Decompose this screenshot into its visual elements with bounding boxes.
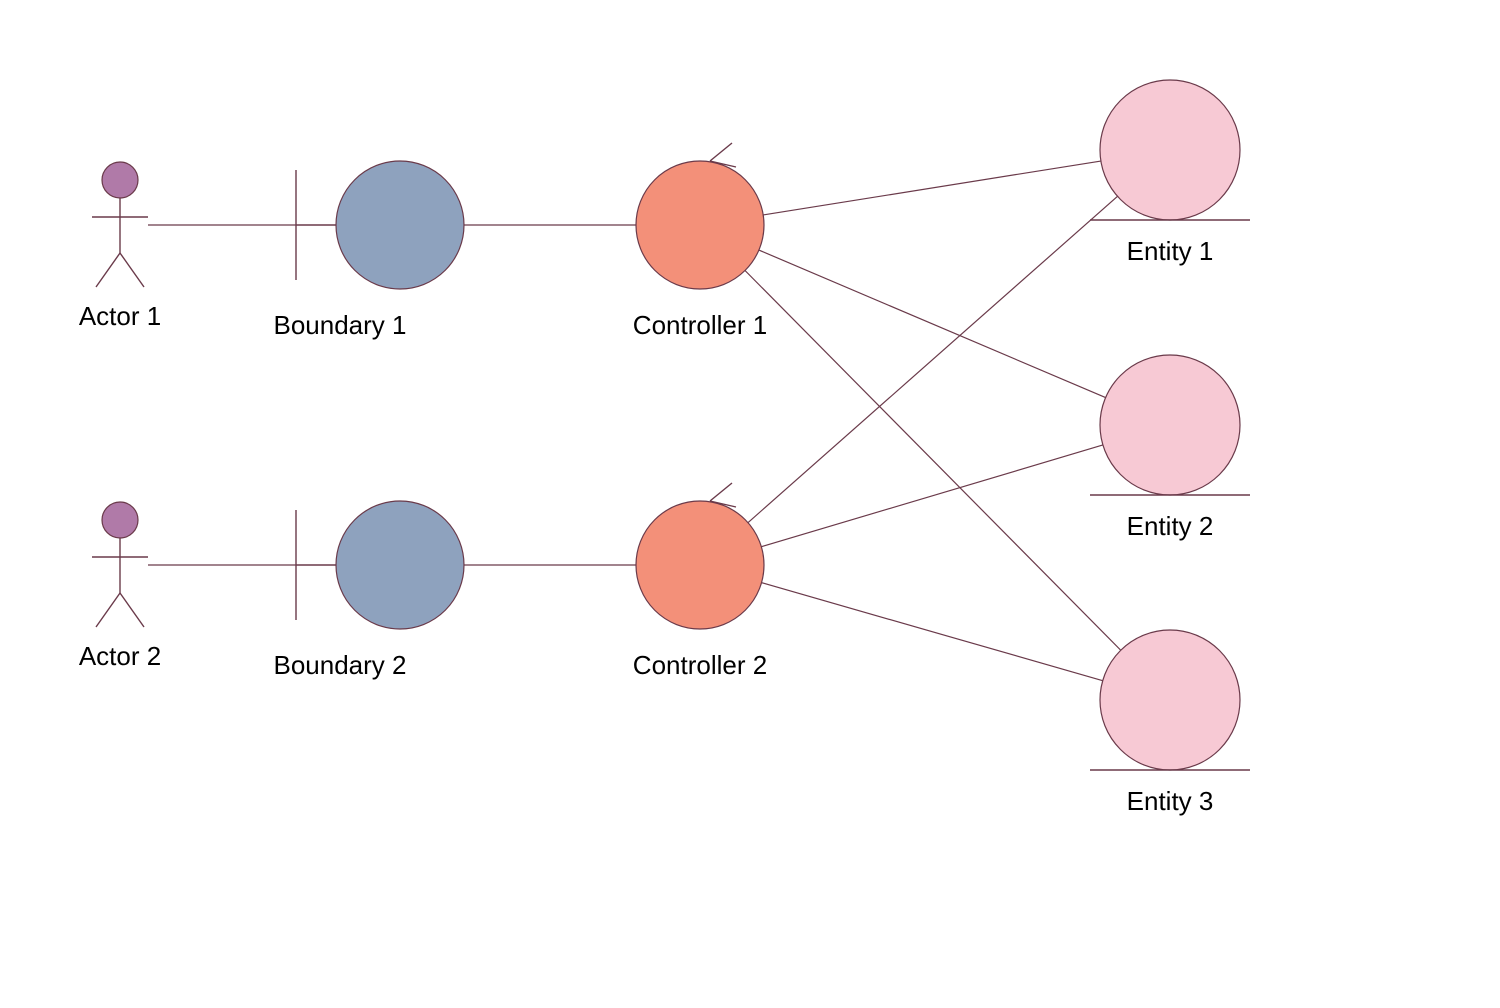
boundary2: Boundary 2 (274, 501, 464, 680)
actor-leg-left (96, 593, 120, 627)
actor-leg-right (120, 593, 144, 627)
link-controller1-entity1 (763, 161, 1101, 215)
link-controller1-entity3 (745, 270, 1121, 650)
actor2: Actor 2 (79, 502, 161, 671)
entity-circle-icon (1100, 80, 1240, 220)
entity2: Entity 2 (1090, 355, 1250, 541)
actor1: Actor 1 (79, 162, 161, 331)
entity3: Entity 3 (1090, 630, 1250, 816)
controller-label: Controller 2 (633, 650, 767, 680)
controller-circle-icon (636, 501, 764, 629)
entity-circle-icon (1100, 630, 1240, 770)
actor-leg-left (96, 253, 120, 287)
controller-arrow-1 (710, 483, 732, 501)
boundary-circle-icon (336, 161, 464, 289)
actor-head-icon (102, 502, 138, 538)
actor-label: Actor 2 (79, 641, 161, 671)
entity-label: Entity 2 (1127, 511, 1214, 541)
actor-label: Actor 1 (79, 301, 161, 331)
controller1: Controller 1 (633, 143, 767, 340)
links-layer (148, 161, 1121, 681)
link-controller2-entity1 (748, 196, 1118, 522)
robustness-diagram: Actor 1 Actor 2 Boundary 1 Boundary 2 Contro… (0, 0, 1500, 1008)
link-controller2-entity3 (762, 583, 1103, 681)
controller2: Controller 2 (633, 483, 767, 680)
boundary-circle-icon (336, 501, 464, 629)
entity-label: Entity 3 (1127, 786, 1214, 816)
entity-label: Entity 1 (1127, 236, 1214, 266)
actor-leg-right (120, 253, 144, 287)
controller-label: Controller 1 (633, 310, 767, 340)
link-controller1-entity2 (759, 250, 1106, 398)
boundary-label: Boundary 2 (274, 650, 407, 680)
controller-arrow-1 (710, 143, 732, 161)
controller-circle-icon (636, 161, 764, 289)
entity-circle-icon (1100, 355, 1240, 495)
entity1: Entity 1 (1090, 80, 1250, 266)
boundary1: Boundary 1 (274, 161, 464, 340)
boundary-label: Boundary 1 (274, 310, 407, 340)
actor-head-icon (102, 162, 138, 198)
